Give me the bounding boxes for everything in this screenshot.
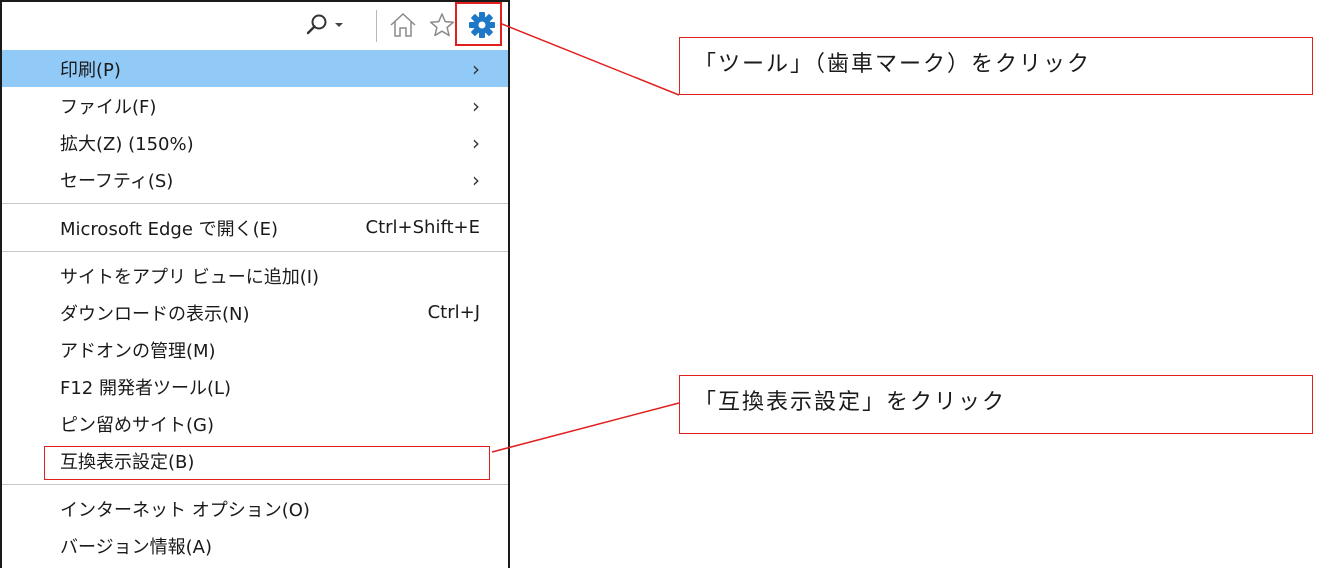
tools-callout-box: 「ツール」（歯車マーク）をクリック [679, 37, 1313, 95]
tools-callout-text: 「ツール」（歯車マーク）をクリック [694, 52, 1092, 77]
compat-callout-text: 「互換表示設定」をクリック [694, 390, 1007, 415]
compat-callout-box: 「互換表示設定」をクリック [679, 375, 1313, 434]
